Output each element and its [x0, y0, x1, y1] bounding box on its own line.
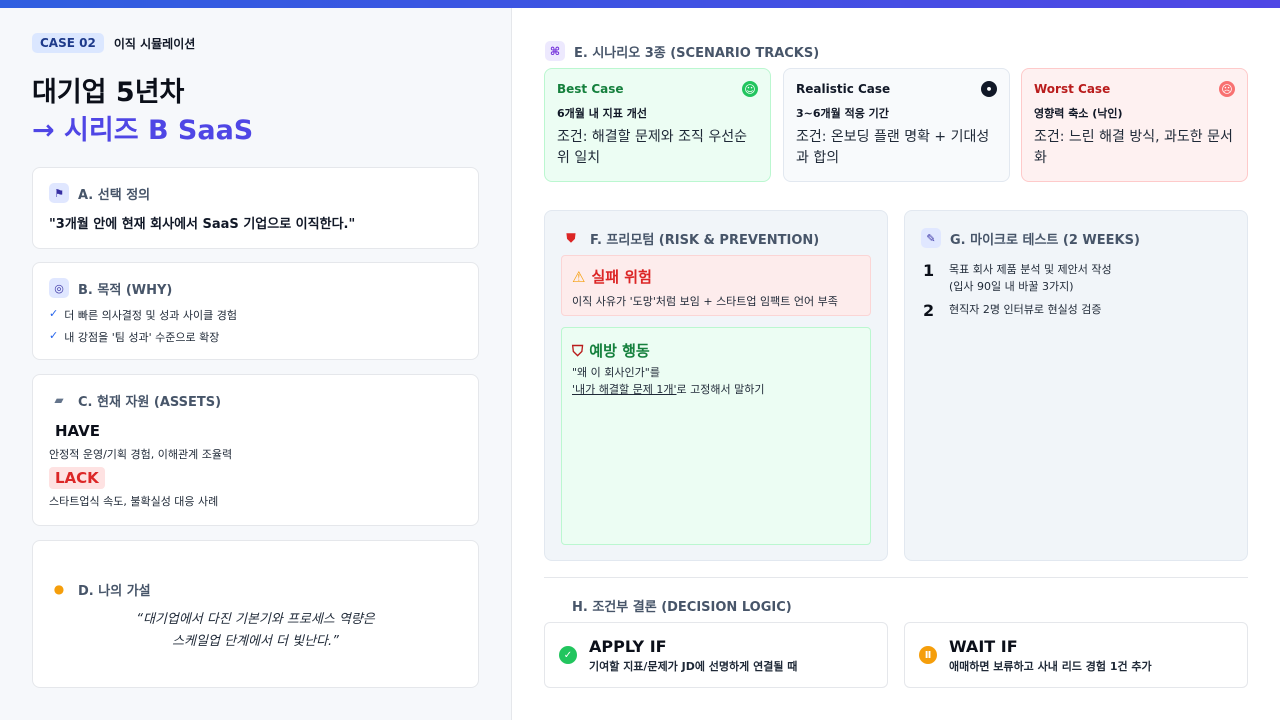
- list-item: 1 목표 회사 제품 분석 및 제안서 작성 (입사 90일 내 바꿀 3가지): [923, 261, 1112, 294]
- pause-circle-icon: Ⅱ: [919, 646, 937, 664]
- shield-icon: ⛉: [572, 341, 584, 360]
- prevention-text: "왜 이 회사인가"를 '내가 해결할 문제 1개'로 고정해서 말하기: [572, 366, 765, 396]
- scenario-body: 조건: 온보딩 플랜 명확 + 기대성과 합의: [796, 129, 990, 166]
- section-d-heading: D. 나의 가설: [78, 583, 151, 599]
- section-a-heading: A. 선택 정의: [78, 187, 151, 203]
- case-subtitle: 이직 시뮬레이션: [113, 36, 196, 51]
- scenario-subtitle: 영향력 축소 (낙인): [1034, 107, 1123, 120]
- prevention-box: ⛉ 예방 행동 "왜 이 회사인가"를 '내가 해결할 문제 1개'로 고정해서…: [561, 327, 871, 545]
- risk-text: 이직 사유가 '도망'처럼 보임 + 스타트업 임팩트 언어 부족: [572, 295, 838, 308]
- scenario-card-best: Best Case ☺ 6개월 내 지표 개선 조건: 해결할 문제와 조직 우…: [544, 68, 771, 182]
- target-icon: ◎: [49, 278, 69, 298]
- flag-icon: ⚑: [49, 183, 69, 203]
- list-item: ✓ 더 빠른 의사결정 및 성과 사이클 경험: [49, 307, 237, 322]
- neutral-face-icon: •: [981, 81, 997, 97]
- section-g-heading: G. 마이크로 테스트 (2 WEEKS): [950, 232, 1140, 248]
- section-c-heading: C. 현재 자원 (ASSETS): [78, 394, 222, 410]
- have-text: 안정적 운영/기획 경험, 이해관계 조율력: [49, 448, 233, 461]
- lack-text: 스타트업식 속도, 불확실성 대응 사례: [49, 495, 219, 508]
- case-header: CASE 02 이직 시뮬레이션: [32, 33, 195, 53]
- pencil-icon: ✎: [921, 228, 941, 248]
- check-icon: ✓: [49, 329, 59, 342]
- warning-icon: ⚠: [572, 267, 586, 286]
- selection-quote: "3개월 안에 현재 회사에서 SaaS 기업으로 이직한다.": [49, 217, 356, 232]
- decision-wait: Ⅱ WAIT IF 애매하면 보류하고 사내 리드 경험 1건 추가: [904, 622, 1248, 688]
- premortem-panel: ⛊ F. 프리모텀 (RISK & PREVENTION) ⚠ 실패 위험 이직…: [544, 210, 888, 561]
- card-selection-definition: ⚑ A. 선택 정의 "3개월 안에 현재 회사에서 SaaS 기업으로 이직한…: [32, 167, 479, 249]
- check-circle-icon: ✓: [559, 646, 577, 664]
- wait-title: WAIT IF: [949, 636, 1018, 656]
- risk-title: 실패 위험: [591, 268, 652, 286]
- prevention-title: 예방 행동: [589, 342, 650, 360]
- shield-icon: ⛊: [566, 230, 576, 245]
- scenario-title: Realistic Case: [796, 82, 891, 96]
- wait-text: 애매하면 보류하고 사내 리드 경험 1건 추가: [949, 659, 1152, 673]
- micro-test-panel: ✎ G. 마이크로 테스트 (2 WEEKS) 1 목표 회사 제품 분석 및 …: [904, 210, 1248, 561]
- scenario-body: 조건: 느린 해결 방식, 과도한 문서화: [1034, 129, 1233, 166]
- apply-title: APPLY IF: [589, 636, 667, 656]
- smile-icon: ☺: [742, 81, 758, 97]
- purpose-list: ✓ 더 빠른 의사결정 및 성과 사이클 경험 ✓ 내 강점을 '팀 성과' 수준으…: [49, 307, 462, 345]
- apply-text: 기여할 지표/문제가 JD에 선명하게 연결될 때: [589, 659, 798, 673]
- scenario-subtitle: 6개월 내 지표 개선: [557, 107, 647, 120]
- hypothesis-text: “대기업에서 다진 기본기와 프로세스 역량은 스케일업 단계에서 더 빛난다.…: [136, 612, 375, 650]
- lightbulb-icon: ●: [53, 582, 65, 596]
- divider: [544, 577, 1248, 578]
- frown-icon: ☹: [1219, 81, 1235, 97]
- scenario-card-realistic: Realistic Case • 3~6개월 적응 기간 조건: 온보딩 플랜 …: [783, 68, 1010, 182]
- risk-box: ⚠ 실패 위험 이직 사유가 '도망'처럼 보임 + 스타트업 임팩트 언어 부…: [561, 255, 871, 316]
- section-b-heading: B. 목적 (WHY): [78, 282, 173, 298]
- page-title-line1: 대기업 5년차: [32, 77, 185, 108]
- top-accent-bar: [0, 0, 1280, 8]
- have-label: HAVE: [55, 422, 100, 440]
- binoculars-icon: ⌘: [545, 41, 565, 61]
- scenario-card-worst: Worst Case ☹ 영향력 축소 (낙인) 조건: 느린 해결 방식, 과…: [1021, 68, 1248, 182]
- scenario-body: 조건: 해결할 문제와 조직 우선순위 일치: [557, 129, 747, 166]
- check-icon: ✓: [49, 307, 59, 320]
- section-h-header: H. 조건부 결론 (DECISION LOGIC): [572, 596, 792, 615]
- scenario-title: Best Case: [557, 82, 624, 96]
- decision-apply: ✓ APPLY IF 기여할 지표/문제가 JD에 선명하게 연결될 때: [544, 622, 888, 688]
- list-item: 2 현직자 2명 인터뷰로 현실성 검증: [923, 301, 1102, 320]
- section-f-heading: F. 프리모텀 (RISK & PREVENTION): [590, 232, 820, 248]
- section-e-heading: E. 시나리오 3종 (SCENARIO TRACKS): [574, 45, 820, 61]
- scenario-title: Worst Case: [1034, 82, 1111, 96]
- page-title-line2: → 시리즈 B SaaS: [32, 115, 254, 146]
- lack-label: LACK: [49, 467, 105, 489]
- card-assets: ▰ C. 현재 자원 (ASSETS) HAVE 안정적 운영/기획 경험, 이…: [32, 374, 479, 526]
- card-purpose: ◎ B. 목적 (WHY) ✓ 더 빠른 의사결정 및 성과 사이클 경험 ✓ 내 …: [32, 262, 479, 360]
- scenario-subtitle: 3~6개월 적응 기간: [796, 107, 889, 120]
- case-badge: CASE 02: [32, 33, 104, 53]
- section-e-header: ⌘ E. 시나리오 3종 (SCENARIO TRACKS): [545, 41, 819, 61]
- toolbox-icon: ▰: [54, 393, 64, 407]
- list-item: ✓ 내 강점을 '팀 성과' 수준으로 확장: [49, 329, 220, 344]
- card-hypothesis: ● D. 나의 가설 “대기업에서 다진 기본기와 프로세스 역량은 스케일업 …: [32, 540, 479, 688]
- section-h-heading: H. 조건부 결론 (DECISION LOGIC): [572, 600, 792, 615]
